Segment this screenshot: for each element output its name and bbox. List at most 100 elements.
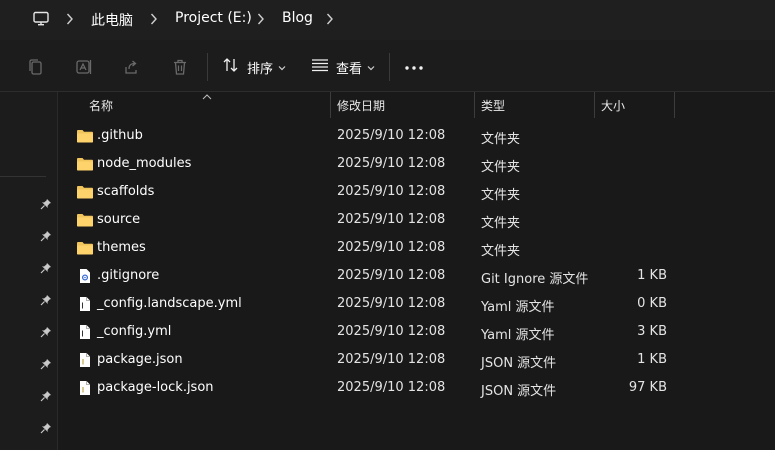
file-row[interactable]: .gitignore 2025/9/10 12:08 Git Ignore 源文件 1…: [58, 262, 775, 290]
more-options-button[interactable]: [404, 53, 424, 81]
pin-icon[interactable]: [40, 390, 52, 402]
file-modified: 2025/9/10 12:08: [337, 184, 446, 199]
pin-icon[interactable]: [40, 326, 52, 338]
chevron-right-icon[interactable]: [66, 12, 74, 26]
file-row[interactable]: scaffolds 2025/9/10 12:08 文件夹: [58, 178, 775, 206]
file-size: 97 KB: [628, 380, 667, 395]
chevron-right-icon[interactable]: [326, 12, 334, 26]
pin-icon[interactable]: [40, 262, 52, 274]
folder-icon: [76, 128, 94, 144]
folder-icon: [76, 240, 94, 256]
file-type: 文件夹: [481, 132, 521, 147]
sort-icon: [222, 57, 240, 77]
column-name[interactable]: 名称: [89, 97, 113, 114]
file-name: scaffolds: [97, 184, 155, 199]
file-icon: [76, 324, 94, 340]
delete-icon[interactable]: [171, 58, 189, 76]
file-name: _config.yml: [97, 324, 172, 339]
more-icon: [404, 60, 424, 75]
file-modified: 2025/9/10 12:08: [337, 128, 446, 143]
rename-icon[interactable]: [75, 58, 93, 76]
chevron-down-icon: [278, 60, 286, 75]
sort-button[interactable]: 排序: [222, 53, 286, 81]
pin-icon[interactable]: [40, 422, 52, 434]
breadcrumb-this-pc[interactable]: 此电脑: [91, 10, 133, 30]
sort-ascending-icon: [202, 89, 212, 104]
file-size: 0 KB: [637, 296, 667, 311]
file-type: JSON 源文件: [481, 384, 557, 399]
file-modified: 2025/9/10 12:08: [337, 268, 446, 283]
file-row[interactable]: package.json 2025/9/10 12:08 JSON 源文件 1 KB: [58, 346, 775, 374]
file-row[interactable]: _config.yml 2025/9/10 12:08 Yaml 源文件 3 KB: [58, 318, 775, 346]
file-row[interactable]: themes 2025/9/10 12:08 文件夹: [58, 234, 775, 262]
json-file-icon: [76, 380, 94, 396]
file-row[interactable]: source 2025/9/10 12:08 文件夹: [58, 206, 775, 234]
file-icon: [76, 296, 94, 312]
chevron-right-icon[interactable]: [257, 12, 265, 26]
sort-label: 排序: [247, 61, 274, 77]
json-file-icon: [76, 352, 94, 368]
toolbar-divider: [389, 53, 390, 81]
pin-icon[interactable]: [40, 198, 52, 210]
command-bar: 排序 查看: [0, 40, 775, 92]
breadcrumb-project-drive[interactable]: Project (E:): [175, 10, 252, 26]
toolbar-divider: [207, 53, 208, 81]
file-modified: 2025/9/10 12:08: [337, 352, 446, 367]
nav-divider: [0, 176, 46, 177]
file-type: 文件夹: [481, 244, 521, 259]
file-type: Yaml 源文件: [481, 328, 555, 343]
folder-icon: [76, 184, 94, 200]
file-size: 3 KB: [637, 324, 667, 339]
file-modified: 2025/9/10 12:08: [337, 324, 446, 339]
file-size: 1 KB: [637, 268, 667, 283]
file-modified: 2025/9/10 12:08: [337, 240, 446, 255]
file-name: source: [97, 212, 141, 227]
gear-file-icon: [76, 268, 94, 284]
file-modified: 2025/9/10 12:08: [337, 296, 446, 311]
column-divider[interactable]: [674, 92, 675, 118]
column-modified[interactable]: 修改日期: [337, 97, 385, 114]
column-divider[interactable]: [474, 92, 475, 118]
column-header: 名称 修改日期 类型 大小: [58, 92, 775, 118]
file-name: package-lock.json: [97, 380, 214, 395]
view-button[interactable]: 查看: [311, 53, 375, 81]
file-type: JSON 源文件: [481, 356, 557, 371]
folder-icon: [76, 156, 94, 172]
file-type: 文件夹: [481, 216, 521, 231]
column-divider[interactable]: [330, 92, 331, 118]
file-name: .github: [97, 128, 143, 143]
view-label: 查看: [336, 61, 363, 77]
column-divider[interactable]: [594, 92, 595, 118]
file-row[interactable]: _config.landscape.yml 2025/9/10 12:08 Yaml…: [58, 290, 775, 318]
copy-icon[interactable]: [27, 58, 45, 76]
pin-icon[interactable]: [40, 294, 52, 306]
file-row[interactable]: .github 2025/9/10 12:08 文件夹: [58, 122, 775, 150]
breadcrumb-blog[interactable]: Blog: [282, 10, 313, 26]
file-name: .gitignore: [97, 268, 160, 283]
file-row[interactable]: node_modules 2025/9/10 12:08 文件夹: [58, 150, 775, 178]
file-modified: 2025/9/10 12:08: [337, 156, 446, 171]
view-list-icon: [311, 58, 329, 76]
pin-icon[interactable]: [40, 358, 52, 370]
computer-icon[interactable]: [32, 10, 50, 28]
file-type: Git Ignore 源文件: [481, 272, 589, 287]
file-type: 文件夹: [481, 160, 521, 175]
column-size[interactable]: 大小: [601, 97, 625, 114]
column-type[interactable]: 类型: [481, 97, 505, 114]
file-modified: 2025/9/10 12:08: [337, 380, 446, 395]
file-type: Yaml 源文件: [481, 300, 555, 315]
file-name: themes: [97, 240, 146, 255]
file-modified: 2025/9/10 12:08: [337, 212, 446, 227]
share-icon[interactable]: [122, 58, 140, 76]
chevron-right-icon[interactable]: [150, 12, 158, 26]
file-name: node_modules: [97, 156, 192, 171]
folder-icon: [76, 212, 94, 228]
file-row[interactable]: package-lock.json 2025/9/10 12:08 JSON 源文件…: [58, 374, 775, 402]
file-name: package.json: [97, 352, 183, 367]
file-size: 1 KB: [637, 352, 667, 367]
file-name: _config.landscape.yml: [97, 296, 242, 311]
file-type: 文件夹: [481, 188, 521, 203]
pin-icon[interactable]: [40, 230, 52, 242]
chevron-down-icon: [367, 60, 375, 75]
address-bar: 此电脑 Project (E:) Blog: [0, 0, 775, 40]
